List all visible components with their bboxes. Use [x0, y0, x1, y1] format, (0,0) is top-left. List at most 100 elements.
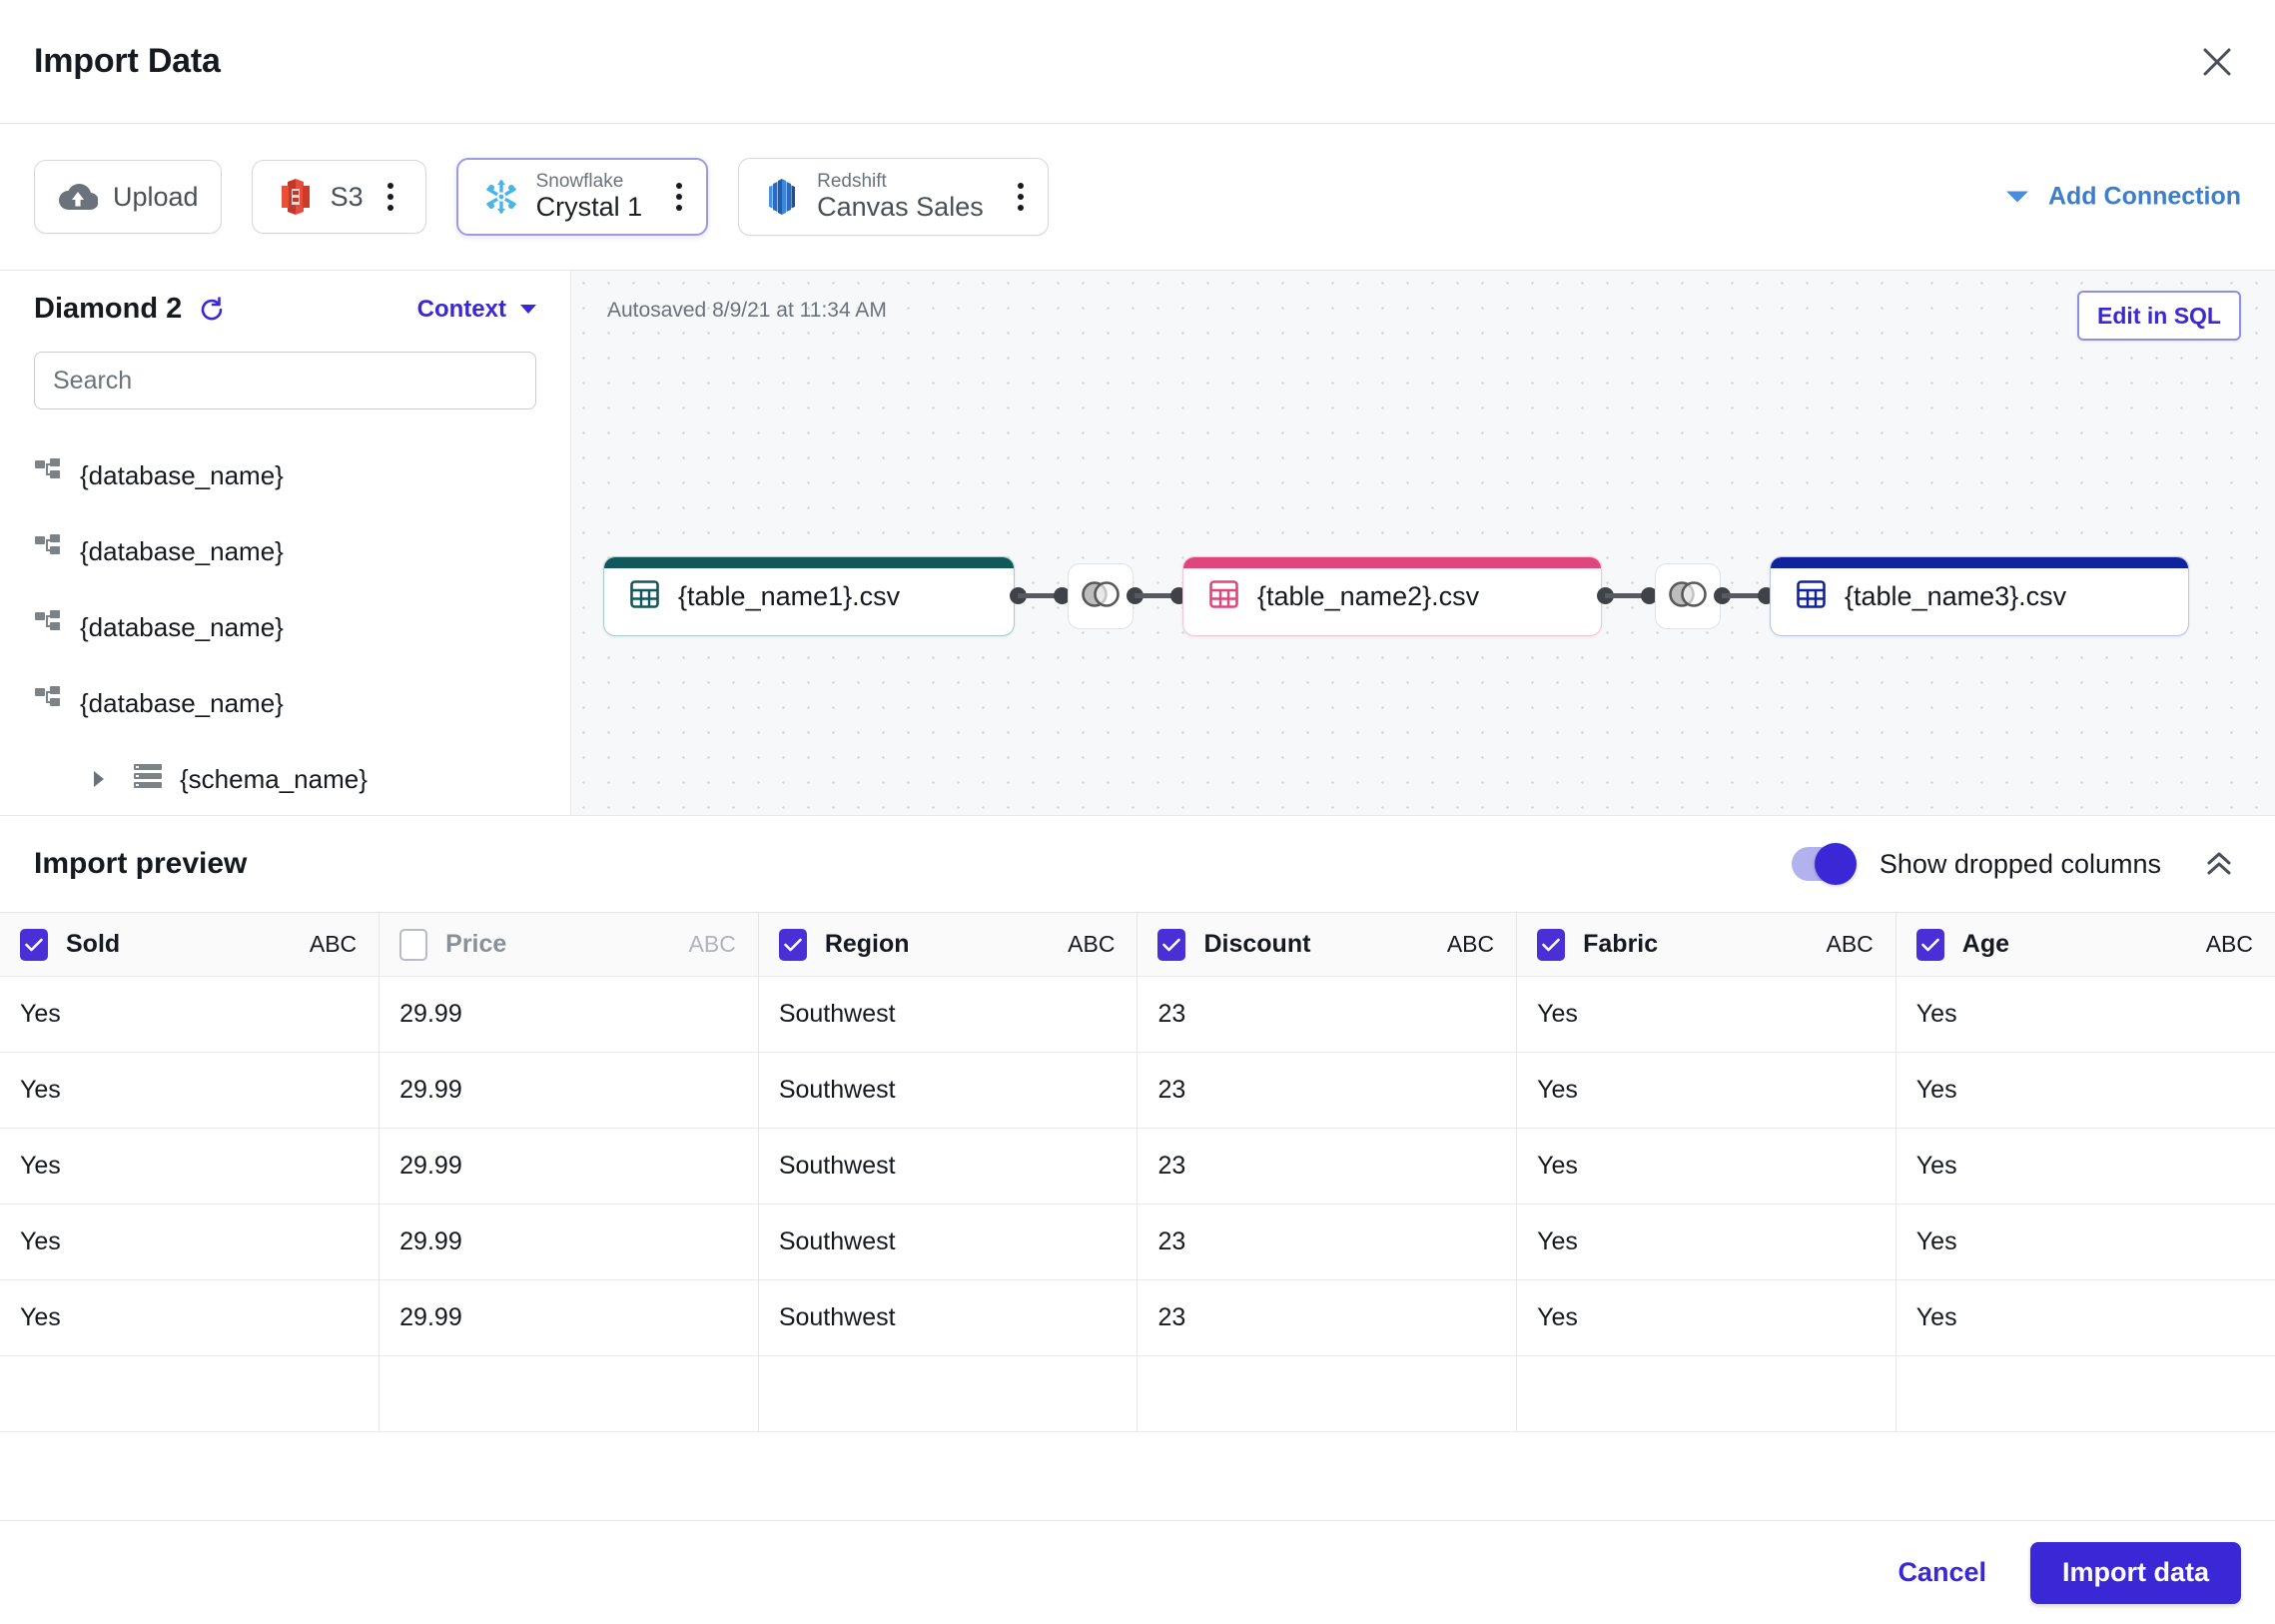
cell-region: Southwest [758, 1204, 1138, 1280]
cell-region: Southwest [758, 1052, 1138, 1129]
import-data-button[interactable]: Import data [2029, 1541, 2241, 1604]
column-type: ABC [2205, 931, 2253, 957]
join-venn-icon [1667, 579, 1709, 614]
import-data-dialog: Import Data Upload S3 Snowflake Crystal … [0, 0, 2275, 1624]
column-name: Fabric [1583, 930, 1659, 958]
table-row [0, 1355, 2275, 1432]
schema-icon [134, 763, 164, 796]
flow-node-label: {table_name3}.csv [1845, 580, 2067, 611]
join-node-2[interactable] [1655, 563, 1721, 629]
connection-tab-type: Snowflake [535, 170, 624, 192]
flow-graph: {table_name1}.csv {table_name2}.csv {tab… [571, 271, 2275, 815]
chevron-double-up-icon[interactable] [2197, 842, 2241, 886]
connection-tab-upload[interactable]: Upload [34, 160, 222, 234]
redshift-icon [761, 176, 803, 218]
tree-item-database-expanded[interactable]: {database_name} [34, 665, 570, 741]
cell-sold: Yes [0, 976, 380, 1053]
tree-item-database[interactable]: {database_name} [34, 589, 570, 665]
connection-tab-snowflake[interactable]: Snowflake Crystal 1 [455, 158, 709, 236]
column-header-price[interactable]: Price ABC [379, 912, 759, 977]
connection-tab-label: Upload [113, 181, 199, 212]
context-dropdown[interactable]: Context [417, 296, 536, 324]
preview-table-scroll[interactable]: Sold ABC Price ABC Region ABC Discount A… [0, 912, 2275, 1520]
column-checkbox[interactable] [778, 928, 807, 961]
database-icon [34, 533, 64, 570]
cancel-button[interactable]: Cancel [1888, 1549, 1996, 1596]
connection-tab-name: Canvas Sales [817, 192, 984, 223]
refresh-icon[interactable] [198, 296, 226, 324]
connection-tab-menu-button[interactable] [378, 183, 403, 211]
column-checkbox[interactable] [1915, 928, 1944, 961]
tree-item-label: {database_name} [80, 687, 284, 718]
table-header-row: Sold ABC Price ABC Region ABC Discount A… [0, 912, 2275, 977]
show-dropped-columns-toggle[interactable] [1791, 843, 1857, 885]
chevron-down-icon [2005, 191, 2028, 203]
cell-discount: 23 [1137, 1052, 1518, 1129]
cell-sold: Yes [0, 1204, 380, 1280]
column-header-sold[interactable]: Sold ABC [0, 912, 380, 977]
flow-node-table3[interactable]: {table_name3}.csv [1770, 556, 2189, 636]
cell-discount: 23 [1137, 1128, 1518, 1205]
join-node-1[interactable] [1068, 563, 1134, 629]
cell-region [758, 1355, 1138, 1432]
column-checkbox[interactable] [399, 928, 428, 961]
column-header-age[interactable]: Age ABC [1896, 912, 2275, 977]
cell-fabric: Yes [1516, 976, 1896, 1053]
show-dropped-columns-label: Show dropped columns [1879, 848, 2161, 879]
table-icon [1209, 579, 1239, 614]
column-type: ABC [309, 931, 358, 957]
join-canvas[interactable]: Autosaved 8/9/21 at 11:34 AM Edit in SQL… [571, 271, 2275, 815]
cell-fabric: Yes [1516, 1128, 1896, 1205]
cell-sold: Yes [0, 1052, 380, 1129]
column-name: Region [824, 930, 910, 958]
cell-fabric: Yes [1516, 1279, 1896, 1356]
connection-tab-menu-button[interactable] [666, 183, 692, 211]
cell-price: 29.99 [379, 1128, 759, 1205]
connection-tab-type: Redshift [817, 170, 887, 192]
connections-bar: Upload S3 Snowflake Crystal 1 Redshift C… [0, 124, 2275, 270]
preview-table: Sold ABC Price ABC Region ABC Discount A… [0, 912, 2275, 1432]
column-checkbox[interactable] [1537, 928, 1566, 961]
database-icon [34, 685, 64, 722]
import-preview-panel: Import preview Show dropped columns Sold… [0, 815, 2275, 1520]
cell-price: 29.99 [379, 1052, 759, 1129]
cell-age [1896, 1355, 2275, 1432]
search-input[interactable] [53, 366, 517, 396]
cell-price: 29.99 [379, 1279, 759, 1356]
cell-price: 29.99 [379, 1204, 759, 1280]
cloud-upload-icon [57, 176, 99, 218]
flow-node-label: {table_name1}.csv [678, 580, 901, 611]
column-header-fabric[interactable]: Fabric ABC [1516, 912, 1896, 977]
close-icon[interactable] [2193, 38, 2241, 86]
column-checkbox[interactable] [1157, 928, 1186, 961]
table-icon [630, 579, 660, 614]
connection-tab-s3[interactable]: S3 [251, 160, 426, 234]
table-icon [1797, 579, 1827, 614]
cell-discount: 23 [1137, 1204, 1518, 1280]
flow-node-table1[interactable]: {table_name1}.csv [603, 556, 1015, 636]
tree-item-label: {database_name} [80, 611, 284, 642]
dialog-footer: Cancel Import data [0, 1520, 2275, 1624]
column-name: Sold [66, 930, 121, 958]
tree-item-database[interactable]: {database_name} [34, 437, 570, 513]
cell-discount: 23 [1137, 1279, 1518, 1356]
chevron-right-icon[interactable] [86, 771, 112, 787]
connection-tab-name: Crystal 1 [535, 192, 643, 223]
tree-item-database[interactable]: {database_name} [34, 513, 570, 589]
cell-sold: Yes [0, 1128, 380, 1205]
column-checkbox[interactable] [20, 928, 48, 961]
cell-age: Yes [1896, 1128, 2275, 1205]
column-header-discount[interactable]: Discount ABC [1137, 912, 1518, 977]
table-row: Yes 29.99 Southwest 23 Yes Yes [0, 1204, 2275, 1280]
connection-tab-redshift[interactable]: Redshift Canvas Sales [738, 158, 1049, 236]
connection-tab-menu-button[interactable] [1008, 183, 1034, 211]
join-venn-icon [1080, 579, 1122, 614]
column-type: ABC [1826, 931, 1874, 957]
search-box[interactable] [34, 352, 536, 409]
add-connection-button[interactable]: Add Connection [2005, 183, 2241, 212]
tree-item-label: {schema_name} [180, 763, 368, 794]
page-title: Import Data [34, 42, 221, 80]
tree-item-schema[interactable]: {schema_name} [34, 741, 570, 815]
flow-node-table2[interactable]: {table_name2}.csv [1182, 556, 1602, 636]
column-header-region[interactable]: Region ABC [758, 912, 1138, 977]
